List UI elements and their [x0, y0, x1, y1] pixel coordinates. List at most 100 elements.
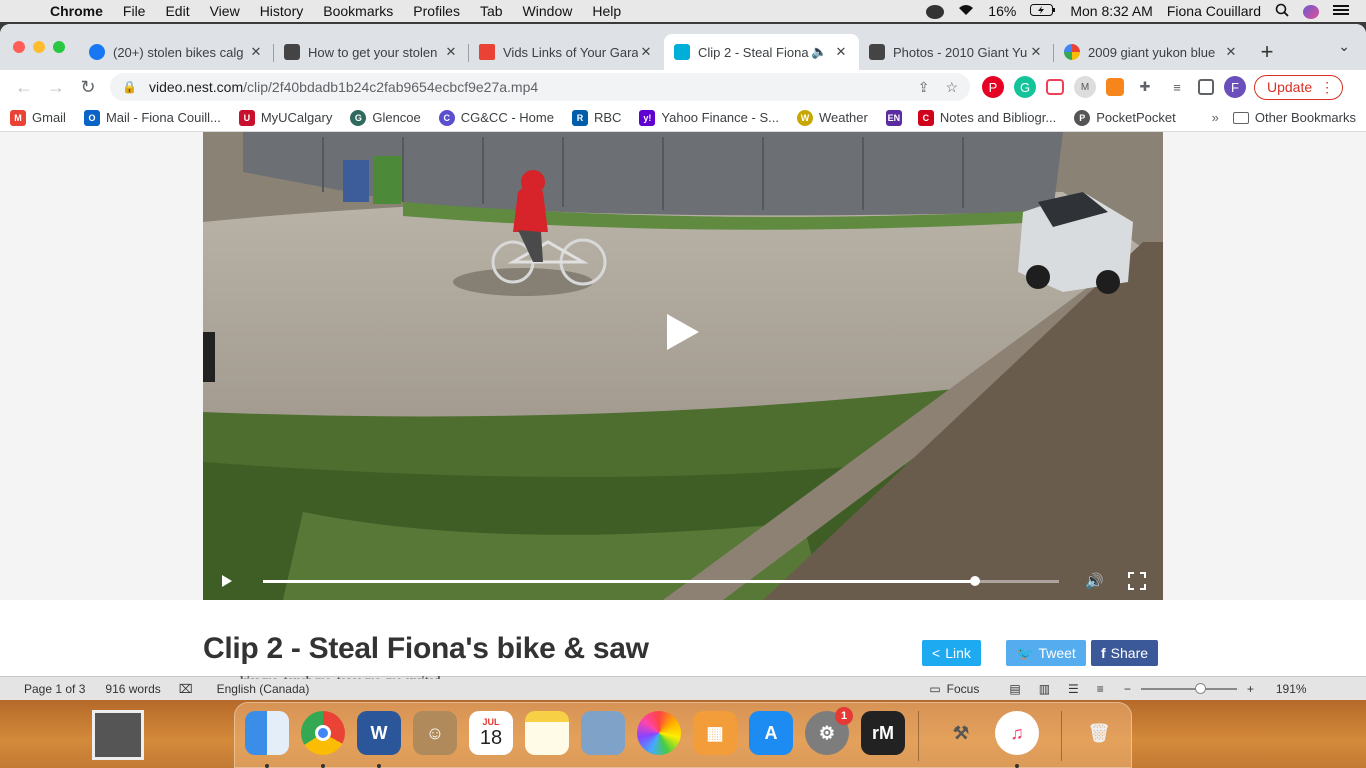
draft-view-icon[interactable]: ≡ — [1097, 682, 1104, 696]
share-page-icon[interactable]: ⇪ — [918, 79, 930, 96]
pocket-extension-icon[interactable] — [1046, 79, 1064, 95]
address-bar[interactable]: 🔒 video.nest.com /clip/2f40bdadb1b24c2fa… — [110, 73, 970, 101]
menu-file[interactable]: File — [113, 3, 156, 19]
trash-icon[interactable]: 🗑 — [1077, 711, 1121, 755]
close-tab-icon[interactable]: ✕ — [1223, 44, 1239, 60]
photos-icon[interactable] — [637, 711, 681, 755]
print-layout-icon[interactable]: ▤ — [1009, 682, 1020, 696]
zoom-window-button[interactable] — [53, 41, 65, 53]
finder-icon[interactable] — [245, 711, 289, 755]
tab-clip-2-active[interactable]: Clip 2 - Steal Fiona 🔈 ✕ — [664, 34, 859, 70]
utility-tool-icon[interactable]: ⚒ — [939, 711, 983, 755]
menu-bookmarks[interactable]: Bookmarks — [313, 3, 403, 19]
bookmark-outlook-mail[interactable]: O Mail - Fiona Couill... — [83, 109, 221, 126]
menu-edit[interactable]: Edit — [155, 3, 199, 19]
play-icon[interactable] — [221, 574, 233, 588]
tab-gmail-vids-links[interactable]: Vids Links of Your Gara ✕ — [469, 34, 664, 70]
wifi-icon[interactable] — [951, 3, 981, 19]
tweet-button[interactable]: 🐦 Tweet — [1006, 640, 1086, 666]
contacts-icon[interactable]: ☺ — [413, 711, 457, 755]
tab-audio-icon[interactable]: 🔈 — [811, 44, 827, 60]
metamask-extension-icon[interactable] — [1106, 78, 1124, 96]
menu-profiles[interactable]: Profiles — [403, 3, 470, 19]
close-tab-icon[interactable]: ✕ — [1028, 44, 1044, 60]
bookmark-rbc[interactable]: R RBC — [571, 109, 621, 126]
calendar-icon[interactable]: JUL 18 — [469, 711, 513, 755]
bookmarks-overflow-chevron-icon[interactable]: » — [1212, 110, 1219, 125]
new-tab-button[interactable]: + — [1249, 34, 1285, 70]
calculator-icon[interactable]: ▦ — [693, 711, 737, 755]
menu-help[interactable]: Help — [582, 3, 631, 19]
mendeley-extension-icon[interactable]: M — [1074, 76, 1096, 98]
bookmark-notes-bibliography[interactable]: C Notes and Bibliogr... — [917, 109, 1056, 126]
outline-view-icon[interactable]: ☰ — [1068, 682, 1079, 696]
bookmark-pocketpocket[interactable]: P PocketPocket — [1074, 109, 1176, 126]
close-window-button[interactable] — [13, 41, 25, 53]
video-scrub-handle[interactable] — [970, 576, 981, 586]
menu-clock[interactable]: Mon 8:32 AM — [1063, 3, 1160, 19]
focus-mode-label[interactable]: Focus — [947, 682, 980, 696]
word-word-count[interactable]: 916 words — [105, 682, 160, 696]
zoom-level[interactable]: 191% — [1276, 682, 1307, 696]
bookmark-cgcc-home[interactable]: C CG&CC - Home — [438, 109, 554, 126]
bookmark-yahoo-finance[interactable]: y! Yahoo Finance - S... — [639, 109, 779, 126]
tab-google-search[interactable]: 2009 giant yukon blue ✕ — [1054, 34, 1249, 70]
tab-how-to-get-stolen[interactable]: How to get your stolen ✕ — [274, 34, 469, 70]
proofing-icon[interactable]: ⌧ — [179, 682, 193, 696]
close-tab-icon[interactable]: ✕ — [833, 44, 849, 60]
close-tab-icon[interactable]: ✕ — [443, 44, 459, 60]
app-store-icon[interactable]: A — [749, 711, 793, 755]
big-play-icon[interactable] — [665, 312, 701, 352]
side-panel-icon[interactable] — [1198, 79, 1214, 95]
bookmark-en[interactable]: EN — [885, 109, 908, 126]
pinterest-extension-icon[interactable]: P — [982, 76, 1004, 98]
tab-photos-giant-yukon[interactable]: Photos - 2010 Giant Yu ✕ — [859, 34, 1054, 70]
bookmark-weather[interactable]: W Weather — [796, 109, 868, 126]
more-menu-icon[interactable]: ⋮ — [1320, 79, 1334, 96]
siri-icon[interactable] — [1296, 3, 1326, 20]
creative-cloud-icon[interactable] — [919, 3, 951, 20]
focus-mode-icon[interactable]: ▭ — [929, 682, 940, 696]
update-chrome-button[interactable]: Update ⋮ — [1254, 74, 1344, 100]
microsoft-word-icon[interactable]: W — [357, 711, 401, 755]
close-tab-icon[interactable]: ✕ — [248, 44, 264, 60]
fullscreen-icon[interactable] — [1128, 572, 1146, 590]
other-bookmarks[interactable]: Other Bookmarks — [1232, 110, 1356, 125]
close-tab-icon[interactable]: ✕ — [638, 44, 654, 60]
tab-facebook-stolen-bikes[interactable]: (20+) stolen bikes calg ✕ — [79, 34, 274, 70]
zoom-out-icon[interactable]: − — [1124, 682, 1131, 696]
itunes-icon[interactable]: ♫ — [995, 711, 1039, 755]
system-preferences-icon[interactable]: ⚙ 1 — [805, 707, 853, 755]
menu-history[interactable]: History — [250, 3, 314, 19]
notes-icon[interactable] — [525, 711, 569, 755]
word-page-count[interactable]: Page 1 of 3 — [24, 682, 85, 696]
reload-button[interactable]: ↻ — [72, 77, 104, 98]
forward-button[interactable]: → — [40, 77, 72, 98]
spotlight-search-icon[interactable] — [1268, 3, 1296, 20]
bookmark-gmail[interactable]: M Gmail — [10, 109, 66, 126]
back-button[interactable]: ← — [8, 77, 40, 98]
menu-window[interactable]: Window — [513, 3, 583, 19]
web-layout-icon[interactable]: ▥ — [1039, 682, 1050, 696]
bookmark-glencoe[interactable]: G Glencoe — [350, 109, 421, 126]
chrome-icon[interactable] — [301, 711, 345, 755]
reading-list-icon[interactable]: ≡ — [1166, 76, 1188, 98]
bookmark-star-icon[interactable]: ☆ — [945, 79, 958, 96]
menu-app-name[interactable]: Chrome — [40, 3, 113, 19]
bookmark-myucalgary[interactable]: U MyUCalgary — [238, 109, 332, 126]
video-player[interactable]: 🔊 — [203, 132, 1163, 600]
profile-avatar[interactable]: F — [1224, 76, 1246, 98]
video-progress-bar[interactable] — [263, 576, 1059, 586]
preview-icon[interactable] — [581, 711, 625, 755]
link-button[interactable]: < Link — [922, 640, 981, 666]
extensions-puzzle-icon[interactable]: ✚ — [1134, 76, 1156, 98]
zoom-slider[interactable] — [1140, 682, 1237, 694]
tab-search-chevron-icon[interactable]: ⌄ — [1338, 38, 1350, 55]
grammarly-extension-icon[interactable]: G — [1014, 76, 1036, 98]
facebook-share-button[interactable]: f Share — [1091, 640, 1159, 666]
minimize-window-button[interactable] — [33, 41, 45, 53]
battery-icon[interactable] — [1023, 3, 1063, 19]
zoom-in-icon[interactable]: + — [1247, 682, 1254, 696]
control-center-icon[interactable] — [1326, 3, 1356, 19]
remarkable-icon[interactable]: rM — [861, 711, 905, 755]
